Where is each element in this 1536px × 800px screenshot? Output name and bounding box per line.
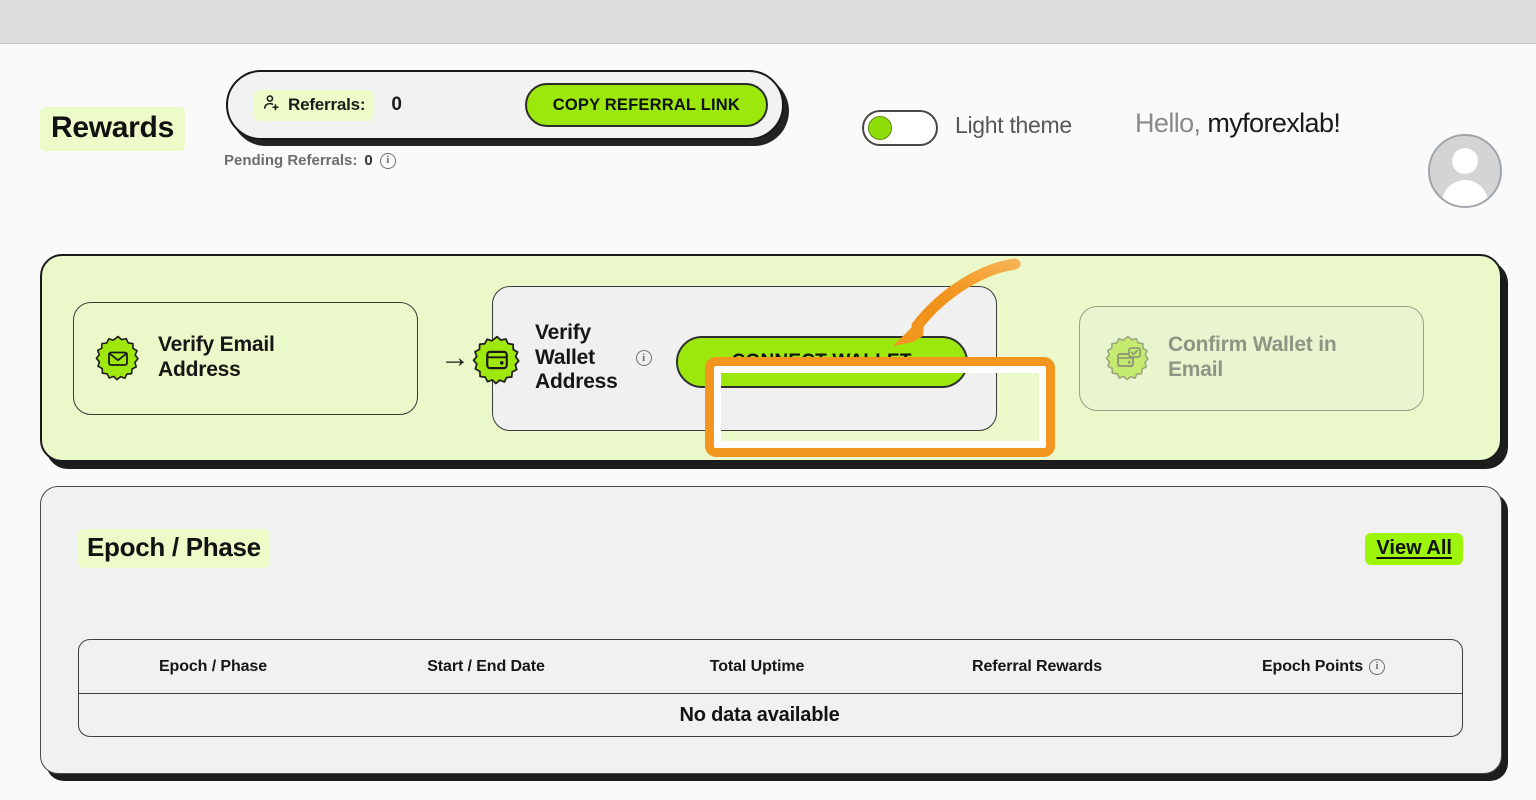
step-verify-wallet[interactable]: Verify Wallet Address i CONNECT WALLET [472,285,997,431]
avatar[interactable] [1428,134,1502,208]
step-verify-email[interactable]: Verify Email Address [73,301,418,415]
column-header-start-end-date: Start / End Date [427,657,545,675]
greeting-prefix: Hello, [1135,108,1201,138]
copy-referral-link-button[interactable]: COPY REFERRAL LINK [524,83,768,127]
column-header-total-uptime: Total Uptime [709,657,805,675]
wallet-check-badge-icon [1104,334,1152,382]
epoch-section-title: Epoch / Phase [78,529,270,568]
epoch-table-header-row: Epoch / Phase Start / End Date Total Upt… [79,640,1462,694]
column-header-epoch-points: Epoch Points i [1185,658,1462,676]
step-verify-email-label: Verify Email Address [158,333,275,381]
connect-wallet-slot: CONNECT WALLET [668,325,978,391]
column-header-referral-rewards: Referral Rewards [971,657,1103,675]
column-header-epoch-phase: Epoch / Phase [158,657,268,675]
pending-referrals-label: Pending Referrals: [224,152,358,169]
wallet-badge-icon [471,334,520,385]
theme-toggle-label: Light theme [955,112,1072,138]
avatar-head-shape [1452,148,1478,174]
person-add-icon [262,93,281,117]
step-arrow-2-icon: → [1029,341,1059,374]
steps-row: Verify Email Address → Verify Wallet Add… [42,256,1500,460]
avatar-body-shape [1442,180,1488,206]
step-confirm-wallet-email-label: Confirm Wallet in Email [1168,333,1337,381]
rewards-page: Rewards Referrals: 0 COPY REFERRAL LINK … [0,44,1536,800]
view-all-link[interactable]: View All [1365,533,1463,565]
email-badge-icon [94,334,142,382]
info-icon[interactable]: i [379,152,396,169]
step-arrow-1-icon: → [440,341,470,374]
page-header: Rewards Referrals: 0 COPY REFERRAL LINK … [0,44,1536,208]
column-header-epoch-points-label: Epoch Points [1261,657,1364,675]
browser-chrome-strip [0,0,1536,44]
epoch-table: Epoch / Phase Start / End Date Total Upt… [78,639,1463,737]
referrals-label-group: Referrals: [254,89,374,121]
referrals-pill: Referrals: 0 COPY REFERRAL LINK [226,70,784,140]
step-confirm-wallet-email: Confirm Wallet in Email [1079,305,1424,411]
user-greeting: Hello, myforexlab! [1135,108,1341,139]
connect-wallet-button[interactable]: CONNECT WALLET [675,336,968,388]
info-icon[interactable]: i [635,350,652,366]
onboarding-steps-panel: Verify Email Address → Verify Wallet Add… [40,254,1502,462]
epoch-phase-panel: Epoch / Phase View All Epoch / Phase Sta… [40,486,1502,774]
referrals-count: 0 [391,94,402,115]
light-theme-toggle[interactable] [862,110,938,146]
epoch-table-body: No data available [79,694,1462,736]
toggle-knob [868,116,892,140]
empty-state-message: No data available [679,703,840,726]
referrals-label: Referrals: [288,94,366,114]
step-verify-wallet-label: Verify Wallet Address [535,320,618,394]
pending-referrals: Pending Referrals: 0 i [224,152,396,169]
page-title: Rewards [40,107,185,151]
info-icon[interactable]: i [1369,658,1386,675]
pending-referrals-count: 0 [364,152,373,169]
greeting-username: myforexlab! [1207,108,1341,138]
